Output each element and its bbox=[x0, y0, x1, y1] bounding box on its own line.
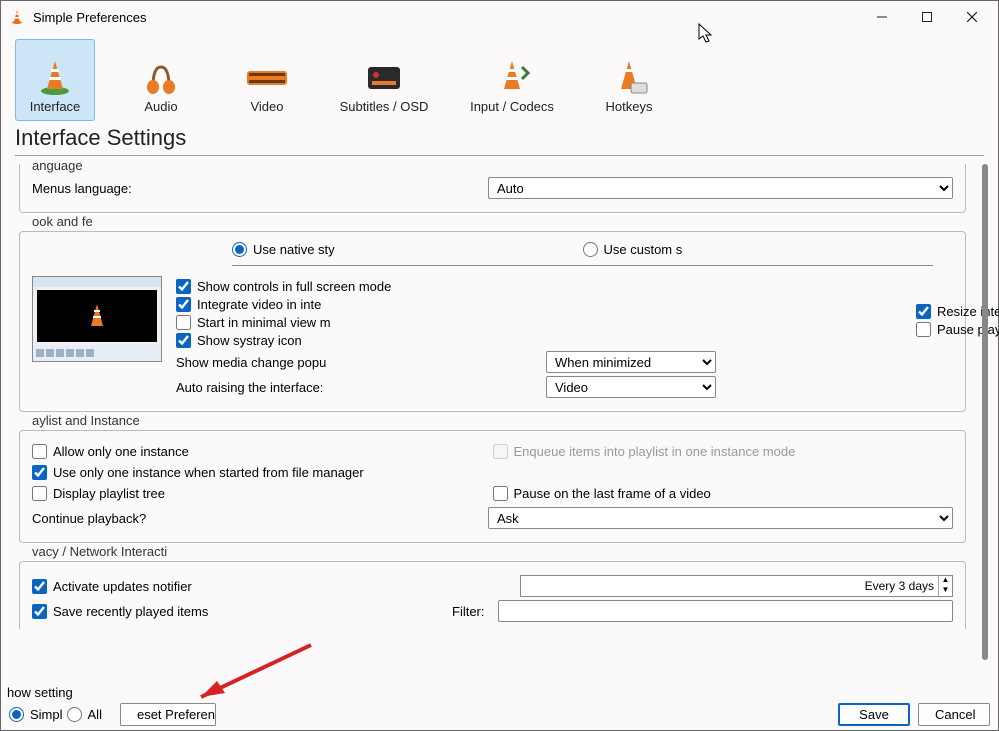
hotkeys-tab-icon bbox=[607, 55, 651, 99]
tab-interface[interactable]: Interface bbox=[15, 39, 95, 121]
checkbox-label: Display playlist tree bbox=[53, 486, 165, 501]
checkbox-label: Enqueue items into playlist in one insta… bbox=[514, 444, 796, 459]
group-legend: ook and fe bbox=[28, 214, 97, 229]
systray-checkbox[interactable]: Show systray icon bbox=[176, 333, 302, 348]
reset-preferences-button[interactable]: eset Preference bbox=[120, 703, 216, 726]
vlc-cone-icon bbox=[9, 9, 25, 25]
checkbox-label: Allow only one instance bbox=[53, 444, 189, 459]
radio-label: Use custom s bbox=[604, 242, 683, 257]
tab-label: Input / Codecs bbox=[470, 99, 554, 114]
group-legend: anguage bbox=[28, 158, 87, 173]
enqueue-checkbox[interactable]: Enqueue items into playlist in one insta… bbox=[493, 444, 796, 459]
checkbox-label: Save recently played items bbox=[53, 604, 208, 619]
show-controls-checkbox[interactable]: Show controls in full screen mode bbox=[176, 279, 391, 294]
window-title: Simple Preferences bbox=[33, 10, 859, 25]
start-minimal-checkbox[interactable]: Start in minimal view m bbox=[176, 315, 331, 330]
save-recent-checkbox[interactable]: Save recently played items bbox=[32, 604, 452, 619]
interface-tab-icon bbox=[33, 55, 77, 99]
auto-raising-select[interactable]: Video bbox=[546, 376, 716, 398]
tab-label: Video bbox=[250, 99, 283, 114]
divider bbox=[15, 155, 984, 156]
all-settings-radio[interactable]: All bbox=[67, 707, 102, 722]
menus-language-label: Menus language: bbox=[32, 181, 488, 196]
update-interval-spinner[interactable]: Every 3 days ▲▼ bbox=[520, 575, 953, 597]
settings-scroll-area: anguage Menus language: Auto ook and fe … bbox=[15, 164, 988, 660]
checkbox-label: Activate updates notifier bbox=[53, 579, 192, 594]
radio-label: Simpl bbox=[30, 707, 63, 722]
checkbox-label: Start in minimal view m bbox=[197, 315, 331, 330]
simple-settings-radio[interactable]: Simpl bbox=[9, 707, 63, 722]
tab-label: Subtitles / OSD bbox=[340, 99, 429, 114]
menus-language-select[interactable]: Auto bbox=[488, 177, 953, 199]
group-legend: vacy / Network Interacti bbox=[28, 544, 171, 559]
radio-label: Use native sty bbox=[253, 242, 335, 257]
pause-last-frame-checkbox[interactable]: Pause on the last frame of a video bbox=[493, 486, 711, 501]
activate-updates-checkbox[interactable]: Activate updates notifier bbox=[32, 579, 520, 594]
checkbox-label: Use only one instance when started from … bbox=[53, 465, 364, 480]
group-playlist-instances: aylist and Instance Allow only one insta… bbox=[19, 430, 966, 543]
spinner-down-icon[interactable]: ▼ bbox=[938, 586, 952, 596]
group-legend: aylist and Instance bbox=[28, 413, 144, 428]
checkbox-label: Integrate video in inte bbox=[197, 297, 321, 312]
tab-input-codecs[interactable]: Input / Codecs bbox=[461, 39, 563, 121]
page-heading: Interface Settings bbox=[1, 121, 998, 153]
tab-audio[interactable]: Audio bbox=[121, 39, 201, 121]
category-toolbar: Interface Audio Video Subtitles / OSD In… bbox=[1, 33, 998, 121]
close-button[interactable] bbox=[949, 2, 994, 32]
cancel-button[interactable]: Cancel bbox=[918, 703, 990, 726]
radio-label: All bbox=[88, 707, 102, 722]
media-change-label: Show media change popu bbox=[176, 355, 546, 370]
video-tab-icon bbox=[245, 55, 289, 99]
audio-tab-icon bbox=[139, 55, 183, 99]
custom-style-radio[interactable]: Use custom s bbox=[583, 242, 934, 257]
auto-raising-label: Auto raising the interface: bbox=[176, 380, 546, 395]
show-settings-legend: how setting bbox=[7, 685, 73, 700]
native-style-radio[interactable]: Use native sty bbox=[232, 242, 583, 257]
checkbox-label: Show systray icon bbox=[197, 333, 302, 348]
one-instance-fm-checkbox[interactable]: Use only one instance when started from … bbox=[32, 465, 364, 480]
integrate-video-checkbox[interactable]: Integrate video in inte bbox=[176, 297, 321, 312]
checkbox-label: Resize interface to video s bbox=[937, 304, 999, 319]
checkbox-label: Show controls in full screen mode bbox=[197, 279, 391, 294]
tab-video[interactable]: Video bbox=[227, 39, 307, 121]
checkbox-label: Pause playback when min bbox=[937, 322, 999, 337]
continue-playback-label: Continue playback? bbox=[32, 511, 488, 526]
display-tree-checkbox[interactable]: Display playlist tree bbox=[32, 486, 165, 501]
save-button[interactable]: Save bbox=[838, 703, 910, 726]
checkbox-label: Pause on the last frame of a video bbox=[514, 486, 711, 501]
group-language: anguage Menus language: Auto bbox=[19, 164, 966, 213]
tab-label: Audio bbox=[144, 99, 177, 114]
filter-label: Filter: bbox=[452, 604, 498, 619]
vertical-scrollbar[interactable] bbox=[982, 164, 988, 660]
codecs-tab-icon bbox=[490, 55, 534, 99]
filter-input[interactable] bbox=[498, 600, 953, 622]
group-look-and-feel: ook and fe Use native sty Use custom s S… bbox=[19, 231, 966, 412]
spinner-value: Every 3 days bbox=[521, 579, 938, 593]
group-privacy-network: vacy / Network Interacti Activate update… bbox=[19, 561, 966, 629]
tab-subtitles[interactable]: Subtitles / OSD bbox=[333, 39, 435, 121]
minimize-button[interactable] bbox=[859, 2, 904, 32]
only-one-instance-checkbox[interactable]: Allow only one instance bbox=[32, 444, 189, 459]
maximize-button[interactable] bbox=[904, 2, 949, 32]
preview-thumbnail bbox=[32, 276, 162, 401]
subtitles-tab-icon bbox=[362, 55, 406, 99]
tab-label: Hotkeys bbox=[606, 99, 653, 114]
title-bar: Simple Preferences bbox=[1, 1, 998, 33]
tab-label: Interface bbox=[30, 99, 81, 114]
continue-playback-select[interactable]: Ask bbox=[488, 507, 953, 529]
tab-hotkeys[interactable]: Hotkeys bbox=[589, 39, 669, 121]
media-change-select[interactable]: When minimized bbox=[546, 351, 716, 373]
